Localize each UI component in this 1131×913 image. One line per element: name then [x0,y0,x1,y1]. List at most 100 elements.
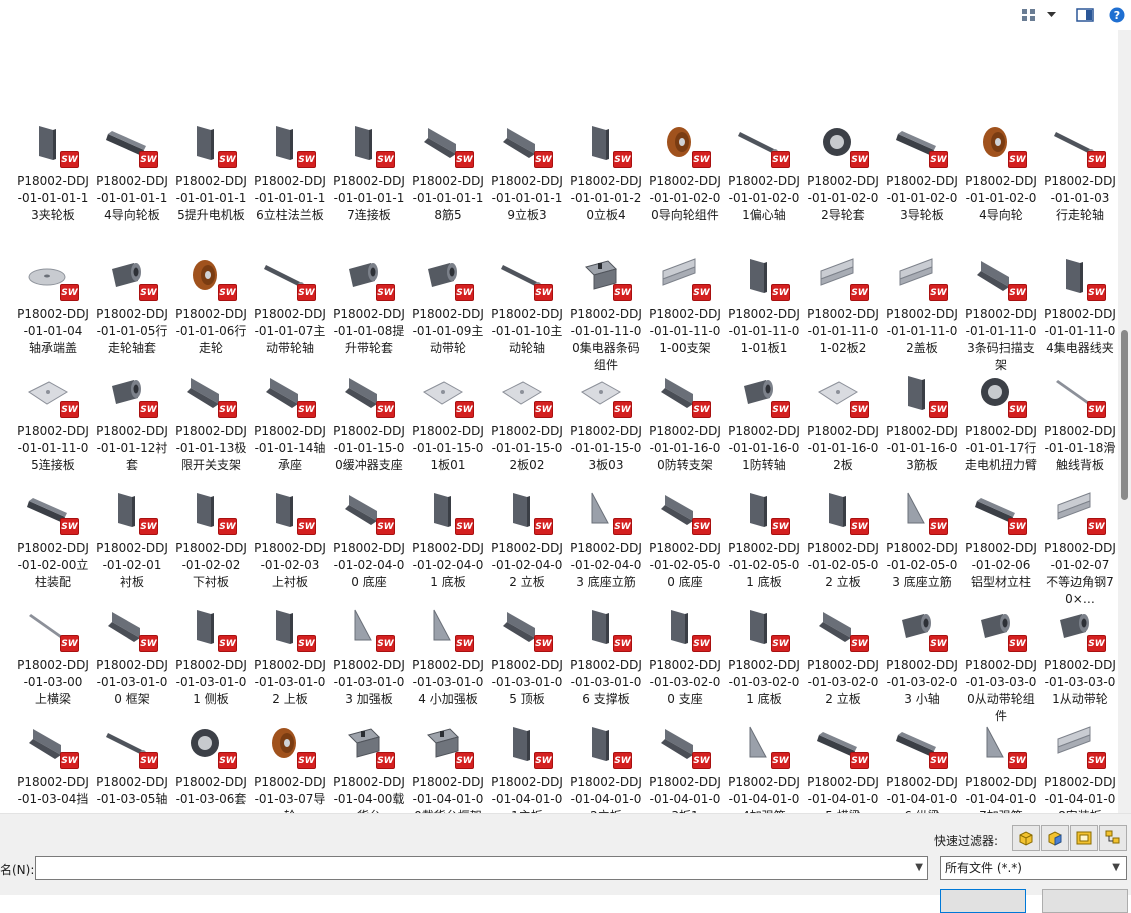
file-item[interactable]: SW P18002-DDJ-01-01-01-17连接板 [332,112,406,224]
vertical-scrollbar[interactable] [1118,30,1131,813]
file-item[interactable]: SW P18002-DDJ-01-03-00 上横梁 [16,596,90,708]
file-item[interactable]: SW P18002-DDJ-01-04-01-07加强筋 [964,713,1038,813]
file-item[interactable]: SW P18002-DDJ-01-04-01-00载货台框架 [411,713,485,813]
file-item[interactable]: SW P18002-DDJ-01-03-06套 [174,713,248,808]
file-item[interactable]: SW P18002-DDJ-01-03-02-02 立板 [806,596,880,708]
file-item[interactable]: SW P18002-DDJ-01-01-03 行走轮轴 [1043,112,1117,224]
file-item[interactable]: SW P18002-DDJ-01-03-01-06 支撑板 [569,596,643,708]
file-item[interactable]: SW P18002-DDJ-01-04-01-02立板 [569,713,643,813]
file-item[interactable]: SW P18002-DDJ-01-02-04-02 立板 [490,479,564,591]
file-item[interactable]: SW P18002-DDJ-01-03-02-01 底板 [727,596,801,708]
file-item[interactable]: SW P18002-DDJ-01-04-01-03板1 [648,713,722,813]
file-item[interactable]: SW P18002-DDJ-01-01-02-00导向轮组件 [648,112,722,224]
file-item[interactable]: SW P18002-DDJ-01-01-12衬套 [95,362,169,474]
file-item[interactable]: SW P18002-DDJ-01-03-01-01 侧板 [174,596,248,708]
file-item[interactable]: SW P18002-DDJ-01-01-16-02板 [806,362,880,474]
file-item[interactable]: SW P18002-DDJ-01-04-01-04加强筋 [727,713,801,813]
file-item[interactable]: SW P18002-DDJ-01-01-01-20立板4 [569,112,643,224]
file-type-select[interactable]: 所有文件 (*.*) ▼ [940,856,1127,880]
file-item[interactable]: SW P18002-DDJ-01-01-02-03导轮板 [885,112,959,224]
file-item[interactable]: SW P18002-DDJ-01-01-11-03条码扫描支架 [964,245,1038,374]
file-item[interactable]: SW P18002-DDJ-01-04-01-08安装板 [1043,713,1117,813]
file-item[interactable]: SW P18002-DDJ-01-02-02 下衬板 [174,479,248,591]
file-item[interactable]: SW P18002-DDJ-01-03-02-03 小轴 [885,596,959,708]
file-item[interactable]: SW P18002-DDJ-01-03-02-00 支座 [648,596,722,708]
file-item[interactable]: SW P18002-DDJ-01-01-01-16立柱法兰板 [253,112,327,224]
file-item[interactable]: SW P18002-DDJ-01-03-01-05 顶板 [490,596,564,708]
file-item[interactable]: SW P18002-DDJ-01-01-11-02盖板 [885,245,959,357]
filter-top-level-icon[interactable] [1099,825,1127,851]
view-dropdown-chevron-icon[interactable] [1044,5,1058,25]
file-item[interactable]: SW P18002-DDJ-01-01-16-00防转支架 [648,362,722,474]
file-list-view[interactable]: SWP18002-DDJ-01-01-00下横梁SWP18002-DDJ-01-… [0,30,1118,813]
file-item[interactable]: SW P18002-DDJ-01-03-05轴 [95,713,169,808]
file-item[interactable]: SW P18002-DDJ-01-02-04-00 底座 [332,479,406,591]
file-item[interactable]: SW P18002-DDJ-01-01-15-00缓冲器支座 [332,362,406,474]
file-item[interactable]: SW P18002-DDJ-01-01-13极限开关支架 [174,362,248,474]
file-item[interactable]: SW P18002-DDJ-01-03-01-02 上板 [253,596,327,708]
file-item[interactable]: SW P18002-DDJ-01-01-17行走电机扭力臂 [964,362,1038,474]
filter-parts-icon[interactable] [1012,825,1040,851]
file-item[interactable]: SW P18002-DDJ-01-01-11-01-00支架 [648,245,722,357]
file-item[interactable]: SW P18002-DDJ-01-01-05行走轮轴套 [95,245,169,357]
file-item[interactable]: SW P18002-DDJ-01-03-03-00从动带轮组件 [964,596,1038,725]
file-item[interactable]: SW P18002-DDJ-01-01-01-18筋5 [411,112,485,224]
file-item[interactable]: SW P18002-DDJ-01-02-04-03 底座立筋 [569,479,643,591]
file-item[interactable]: SW P18002-DDJ-01-01-11-04集电器线夹 [1043,245,1117,357]
file-item[interactable]: SW P18002-DDJ-01-03-01-04 小加强板 [411,596,485,708]
file-item[interactable]: SW P18002-DDJ-01-02-03 上衬板 [253,479,327,591]
file-item[interactable]: SW P18002-DDJ-01-01-09主动带轮 [411,245,485,357]
file-item[interactable]: SW P18002-DDJ-01-01-16-03筋板 [885,362,959,474]
chevron-down-icon[interactable]: ▼ [915,862,923,873]
file-item[interactable]: SW P18002-DDJ-01-01-02-01偏心轴 [727,112,801,224]
file-item[interactable]: SW P18002-DDJ-01-02-06 铝型材立柱 [964,479,1038,591]
file-item[interactable]: SW P18002-DDJ-01-02-00立柱装配 [16,479,90,591]
file-item[interactable]: SW P18002-DDJ-01-01-01-15提升电机板 [174,112,248,224]
file-item[interactable]: SW P18002-DDJ-01-01-02-02导轮套 [806,112,880,224]
cancel-button[interactable] [1042,889,1128,913]
file-item[interactable]: SW P18002-DDJ-01-01-15-03板03 [569,362,643,474]
file-item[interactable]: SW P18002-DDJ-01-01-06行走轮 [174,245,248,357]
file-item[interactable]: SW P18002-DDJ-01-02-05-02 立板 [806,479,880,591]
file-item[interactable]: SW P18002-DDJ-01-01-01-14导向轮板 [95,112,169,224]
file-item[interactable]: SW P18002-DDJ-01-03-04挡 [16,713,90,808]
view-mode-icon[interactable] [1020,5,1038,25]
file-item[interactable]: SW P18002-DDJ-01-01-01-19立板3 [490,112,564,224]
scrollbar-thumb[interactable] [1121,330,1128,500]
file-item[interactable]: SW P18002-DDJ-01-01-16-01防转轴 [727,362,801,474]
file-item[interactable]: SW P18002-DDJ-01-01-15-02板02 [490,362,564,474]
preview-pane-icon[interactable] [1075,5,1095,25]
file-item[interactable]: SW P18002-DDJ-01-03-01-03 加强板 [332,596,406,708]
file-item[interactable]: SW P18002-DDJ-01-02-05-03 底座立筋 [885,479,959,591]
chevron-down-icon[interactable]: ▼ [1112,857,1120,879]
file-item[interactable]: SW P18002-DDJ-01-04-01-05 横梁 [806,713,880,813]
file-item[interactable]: SW P18002-DDJ-01-04-01-06 纵梁 [885,713,959,813]
file-item[interactable]: SW P18002-DDJ-01-01-15-01板01 [411,362,485,474]
filter-drawings-icon[interactable] [1070,825,1098,851]
file-item[interactable]: SW P18002-DDJ-01-02-05-00 底座 [648,479,722,591]
file-item[interactable]: SW P18002-DDJ-01-01-02-04导向轮 [964,112,1038,224]
file-item[interactable]: SW P18002-DDJ-01-04-00载货台 [332,713,406,813]
file-item[interactable]: SW P18002-DDJ-01-04-01-01主板 [490,713,564,813]
file-item[interactable]: SW P18002-DDJ-01-01-11-01-01板1 [727,245,801,357]
file-item[interactable]: SW P18002-DDJ-01-01-01-13夹轮板 [16,112,90,224]
file-item[interactable]: SW P18002-DDJ-01-03-01-00 框架 [95,596,169,708]
file-item[interactable]: SW P18002-DDJ-01-01-10主动轮轴 [490,245,564,357]
filter-assemblies-icon[interactable] [1041,825,1069,851]
file-item[interactable]: SW P18002-DDJ-01-01-14轴承座 [253,362,327,474]
file-item[interactable]: SW P18002-DDJ-01-02-04-01 底板 [411,479,485,591]
file-item[interactable]: SW P18002-DDJ-01-01-11-00集电器条码组件 [569,245,643,374]
filename-input[interactable]: ▼ [35,856,928,880]
file-item[interactable]: SW P18002-DDJ-01-03-03-01从动带轮 [1043,596,1117,708]
file-item[interactable]: SW P18002-DDJ-01-02-05-01 底板 [727,479,801,591]
help-icon[interactable]: ? [1108,5,1126,25]
file-item[interactable]: SW P18002-DDJ-01-01-11-05连接板 [16,362,90,474]
file-item[interactable]: SW P18002-DDJ-01-01-07主动带轮轴 [253,245,327,357]
file-item[interactable]: SW P18002-DDJ-01-02-07 不等边角钢70×… [1043,479,1117,608]
file-item[interactable]: SW P18002-DDJ-01-01-08提升带轮套 [332,245,406,357]
file-item[interactable]: SW P18002-DDJ-01-01-04 轴承端盖 [16,245,90,357]
file-item[interactable]: SW P18002-DDJ-01-03-07导轮 [253,713,327,813]
file-item[interactable]: SW P18002-DDJ-01-01-18滑触线背板 [1043,362,1117,474]
open-button[interactable] [940,889,1026,913]
file-item[interactable]: SW P18002-DDJ-01-02-01 衬板 [95,479,169,591]
